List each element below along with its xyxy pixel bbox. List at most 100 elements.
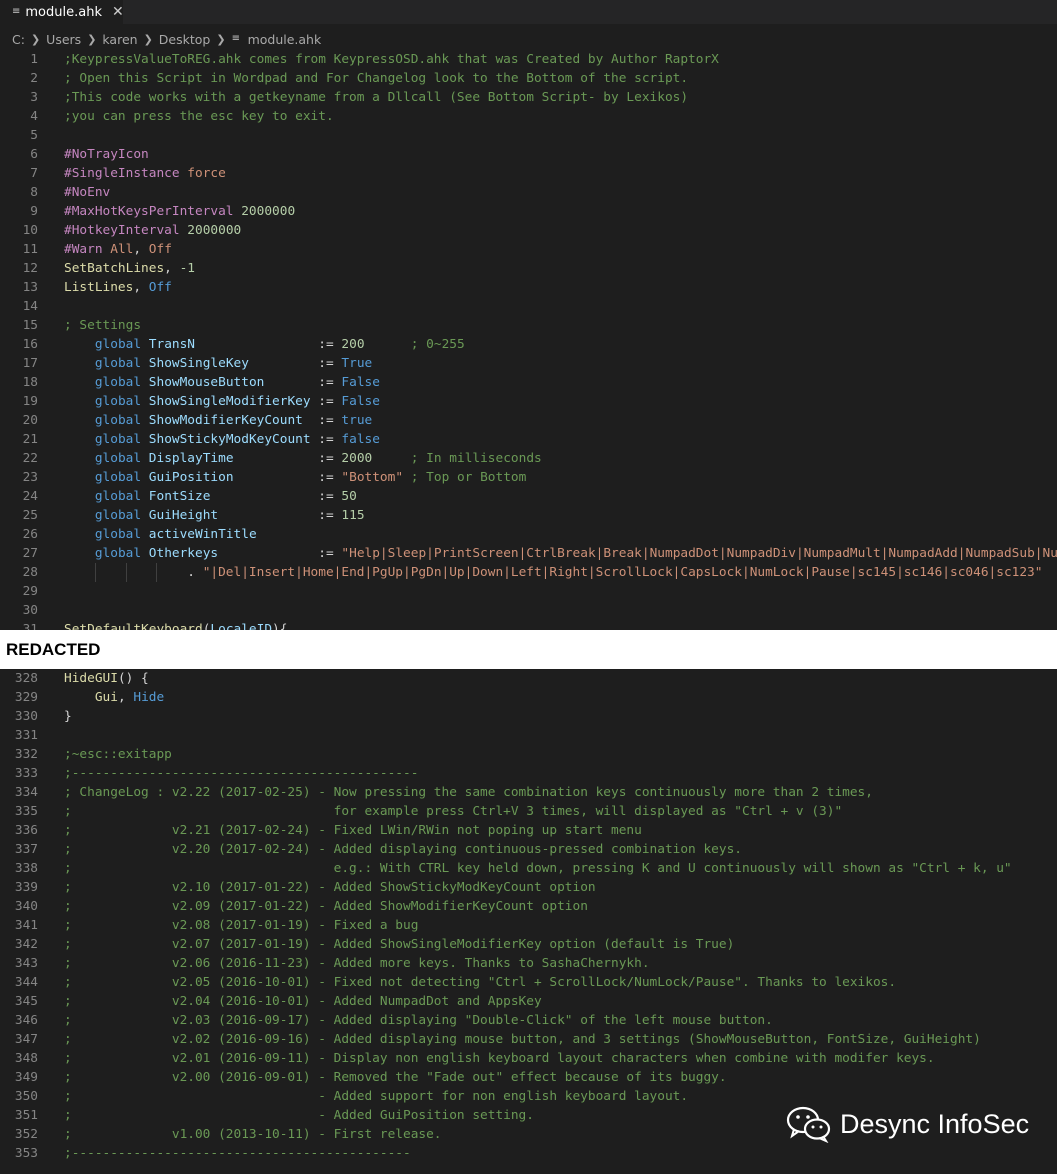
code-line[interactable]: 18 global ShowMouseButton := False	[0, 373, 1057, 392]
line-number: 339	[14, 880, 38, 895]
code-line[interactable]: 338 ; e.g.: With CTRL key held down, pres…	[0, 859, 1057, 878]
line-number: 347	[14, 1032, 38, 1047]
code-line[interactable]: 340 ; v2.09 (2017-01-22) - Added ShowModi…	[0, 897, 1057, 916]
code-line[interactable]: 13 ListLines, Off	[0, 278, 1057, 297]
code-line[interactable]: 30	[0, 601, 1057, 620]
code-line[interactable]: 31 SetDefaultKeyboard(LocaleID){	[0, 620, 1057, 630]
breadcrumb-file[interactable]: ≡ module.ahk	[232, 32, 322, 47]
code-line[interactable]: 347 ; v2.02 (2016-09-16) - Added displayi…	[0, 1030, 1057, 1049]
code-line[interactable]: 339 ; v2.10 (2017-01-22) - Added ShowStic…	[0, 878, 1057, 897]
code-line[interactable]: 330}	[0, 707, 1057, 726]
code-text: ; v1.00 (2013-10-11) - First release.	[64, 1127, 442, 1142]
code-line[interactable]: 29	[0, 582, 1057, 601]
code-text: global ShowMouseButton := False	[94, 375, 380, 390]
code-line[interactable]: 12 SetBatchLines, -1	[0, 259, 1057, 278]
breadcrumb-file-label: module.ahk	[247, 31, 322, 47]
code-line[interactable]: 24 global FontSize := 50	[0, 487, 1057, 506]
line-number: 349	[14, 1070, 38, 1085]
code-line[interactable]: 2 ; Open this Script in Wordpad and For C…	[0, 69, 1057, 88]
code-line[interactable]: 331	[0, 726, 1057, 745]
line-number: 12	[22, 261, 38, 276]
code-line[interactable]: 1 ;KeypressValueToREG.ahk comes from Keyp…	[0, 50, 1057, 69]
code-line[interactable]: 14	[0, 297, 1057, 316]
code-line[interactable]: 25 global GuiHeight := 115	[0, 506, 1057, 525]
code-line[interactable]: 19 global ShowSingleModifierKey := False	[0, 392, 1057, 411]
line-number: 18	[22, 375, 38, 390]
code-line[interactable]: 328 HideGUI() {	[0, 669, 1057, 688]
line-number: 13	[22, 280, 38, 295]
breadcrumb-drive[interactable]: C:	[12, 32, 25, 47]
code-line[interactable]: 336 ; v2.21 (2017-02-24) - Fixed LWin/RWi…	[0, 821, 1057, 840]
code-text: ; v2.07 (2017-01-19) - Added ShowSingleM…	[64, 937, 735, 952]
line-number: 336	[14, 823, 38, 838]
code-line[interactable]: 346 ; v2.03 (2016-09-17) - Added displayi…	[0, 1011, 1057, 1030]
code-line[interactable]: 334 ; ChangeLog : v2.22 (2017-02-25) - No…	[0, 783, 1057, 802]
line-number: 24	[22, 489, 38, 504]
tab-label: module.ahk	[25, 4, 102, 20]
chevron-right-icon: ❯	[143, 32, 153, 46]
watermark: Desync InfoSec	[786, 1104, 1029, 1144]
code-line[interactable]: 20 global ShowModifierKeyCount := true	[0, 411, 1057, 430]
code-line[interactable]: 337 ; v2.20 (2017-02-24) - Added displayi…	[0, 840, 1057, 859]
code-line[interactable]: 3 ;This code works with a getkeyname from…	[0, 88, 1057, 107]
code-line[interactable]: 17 global ShowSingleKey := True	[0, 354, 1057, 373]
line-number: 8	[30, 185, 38, 200]
line-number: 337	[14, 842, 38, 857]
code-line[interactable]: 329 Gui, Hide	[0, 688, 1057, 707]
code-text: global FontSize := 50	[94, 489, 357, 504]
code-text: ; v2.04 (2016-10-01) - Added NumpadDot a…	[64, 994, 542, 1009]
code-line[interactable]: 15 ; Settings	[0, 316, 1057, 335]
indent-guide	[94, 563, 96, 582]
code-text: ; v2.05 (2016-10-01) - Fixed not detecti…	[64, 975, 897, 990]
code-text: ; ChangeLog : v2.22 (2017-02-25) - Now p…	[64, 785, 873, 800]
code-line[interactable]: 23 global GuiPosition := "Bottom" ; Top …	[0, 468, 1057, 487]
code-text: ; e.g.: With CTRL key held down, pressin…	[64, 861, 1012, 876]
line-number: 7	[30, 166, 38, 181]
code-line[interactable]: 341 ; v2.08 (2017-01-19) - Fixed a bug	[0, 916, 1057, 935]
code-line[interactable]: 353 ;------------------------------------…	[0, 1144, 1057, 1163]
line-number: 1	[30, 52, 38, 67]
code-line[interactable]: 21 global ShowStickyModKeyCount := false	[0, 430, 1057, 449]
code-editor-top[interactable]: 1 ;KeypressValueToREG.ahk comes from Keyp…	[0, 50, 1057, 630]
code-line[interactable]: 5	[0, 126, 1057, 145]
breadcrumb-karen[interactable]: karen	[102, 32, 137, 47]
line-number: 352	[14, 1127, 38, 1142]
code-line[interactable]: 11 #Warn All, Off	[0, 240, 1057, 259]
code-line[interactable]: 16 global TransN := 200 ; 0~255	[0, 335, 1057, 354]
code-editor-bottom[interactable]: 328 HideGUI() {329 Gui, Hide 330} 331 332 ;~e…	[0, 669, 1057, 1174]
tab-module-ahk[interactable]: ≡ module.ahk ✕	[0, 0, 124, 24]
code-line[interactable]: 344 ; v2.05 (2016-10-01) - Fixed not dete…	[0, 973, 1057, 992]
code-text: }	[64, 709, 72, 724]
line-number: 5	[30, 128, 38, 143]
code-text: ; v2.20 (2017-02-24) - Added displaying …	[64, 842, 742, 857]
code-line[interactable]: 7 #SingleInstance force	[0, 164, 1057, 183]
code-line[interactable]: 27 global Otherkeys := "Help|Sleep|Print…	[0, 544, 1057, 563]
code-line[interactable]: 10 #HotkeyInterval 2000000	[0, 221, 1057, 240]
line-number: 343	[14, 956, 38, 971]
line-number: 333	[14, 766, 38, 781]
breadcrumb-users[interactable]: Users	[46, 32, 81, 47]
line-number: 334	[14, 785, 38, 800]
code-line[interactable]: 26 global activeWinTitle	[0, 525, 1057, 544]
breadcrumb-desktop[interactable]: Desktop	[159, 32, 211, 47]
tab-bar: ≡ module.ahk ✕	[0, 0, 1057, 24]
line-number: 10	[22, 223, 38, 238]
code-line[interactable]: 22 global DisplayTime := 2000 ; In milli…	[0, 449, 1057, 468]
code-line[interactable]: 343 ; v2.06 (2016-11-23) - Added more key…	[0, 954, 1057, 973]
code-line[interactable]: 335 ; for example press Ctrl+V 3 times, w…	[0, 802, 1057, 821]
code-line[interactable]: 333 ;------------------------------------…	[0, 764, 1057, 783]
code-line[interactable]: 9 #MaxHotKeysPerInterval 2000000	[0, 202, 1057, 221]
code-line[interactable]: 4 ;you can press the esc key to exit.	[0, 107, 1057, 126]
code-line[interactable]: 345 ; v2.04 (2016-10-01) - Added NumpadDo…	[0, 992, 1057, 1011]
line-number: 346	[14, 1013, 38, 1028]
code-line[interactable]: 349 ; v2.00 (2016-09-01) - Removed the "F…	[0, 1068, 1057, 1087]
close-icon[interactable]: ✕	[112, 4, 124, 20]
code-line[interactable]: 342 ; v2.07 (2017-01-19) - Added ShowSing…	[0, 935, 1057, 954]
code-line[interactable]: 6 #NoTrayIcon	[0, 145, 1057, 164]
code-line[interactable]: 348 ; v2.01 (2016-09-11) - Display non en…	[0, 1049, 1057, 1068]
indent-guide	[156, 563, 158, 582]
code-line[interactable]: 28 . "|Del|Insert|Home|End|PgUp|PgDn|Up|…	[0, 563, 1057, 582]
code-text: global TransN := 200 ; 0~255	[94, 337, 465, 352]
code-line[interactable]: 332 ;~esc::exitapp	[0, 745, 1057, 764]
code-line[interactable]: 8 #NoEnv	[0, 183, 1057, 202]
